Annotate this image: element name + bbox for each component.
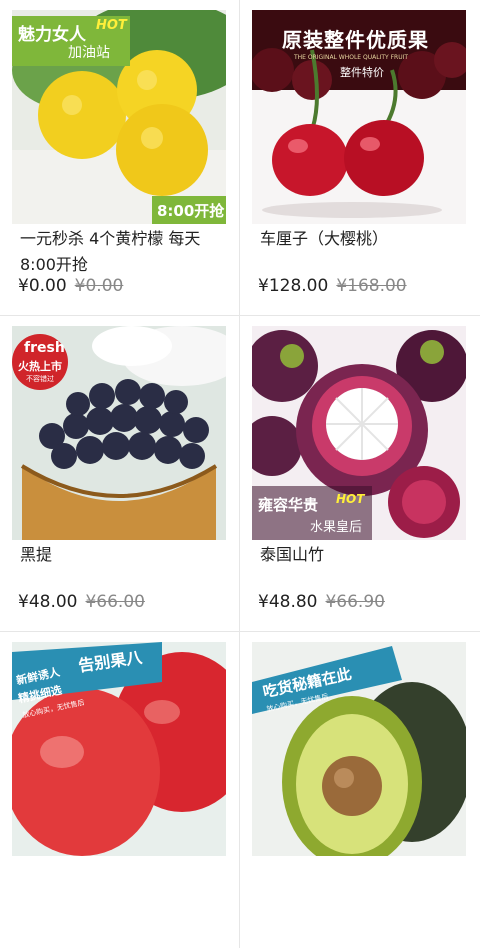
- product-grid: 魅力女人 HOT 加油站 8:00开抢 一元秒杀 4个黄柠檬 每天8:00开抢 …: [0, 0, 480, 948]
- image-badge-mid: 火热上市: [18, 360, 62, 373]
- product-image-apple[interactable]: 新鲜诱人 精挑细选 告别果八 放心购买，无忧售后: [12, 642, 226, 856]
- image-tag-hot: HOT: [96, 18, 127, 33]
- product-image-cherry[interactable]: 原装整件优质果 THE ORIGINAL WHOLE QUALITY FRUIT…: [252, 10, 466, 224]
- product-name[interactable]: 泰国山竹: [260, 542, 464, 568]
- image-tag: 整件特价: [340, 66, 384, 79]
- product-card-avocado[interactable]: 吃货秘籍在此 放心购买，无忧售后: [240, 632, 480, 948]
- product-card-mangosteen[interactable]: 雍容华贵 HOT 水果皇后 泰国山竹 ¥48.80 ¥66.90: [240, 316, 480, 632]
- product-card-grape[interactable]: fresh 火热上市 不容错过 黑提 ¥48.00 ¥66.00: [0, 316, 240, 632]
- image-badge-top: fresh: [24, 340, 65, 356]
- price-row: ¥128.00 ¥168.00: [258, 274, 407, 298]
- price-row: ¥48.80 ¥66.90: [258, 590, 385, 614]
- product-price: ¥0.00: [18, 276, 67, 296]
- image-tag-sub: 加油站: [68, 45, 110, 61]
- product-price: ¥128.00: [258, 276, 329, 296]
- product-name[interactable]: 黑提: [20, 542, 224, 568]
- product-old-price: ¥66.90: [325, 592, 385, 612]
- price-row: ¥48.00 ¥66.00: [18, 590, 145, 614]
- product-old-price: ¥168.00: [336, 276, 407, 296]
- product-price: ¥48.00: [18, 592, 78, 612]
- image-subtitle: THE ORIGINAL WHOLE QUALITY FRUIT: [294, 54, 409, 61]
- product-card-apple[interactable]: 新鲜诱人 精挑细选 告别果八 放心购买，无忧售后: [0, 632, 240, 948]
- image-time-badge: 8:00开抢: [157, 202, 225, 220]
- product-card-cherry[interactable]: 原装整件优质果 THE ORIGINAL WHOLE QUALITY FRUIT…: [240, 0, 480, 316]
- product-image-lemon[interactable]: 魅力女人 HOT 加油站 8:00开抢: [12, 10, 226, 224]
- product-old-price: ¥0.00: [74, 276, 124, 296]
- product-card-lemon[interactable]: 魅力女人 HOT 加油站 8:00开抢 一元秒杀 4个黄柠檬 每天8:00开抢 …: [0, 0, 240, 316]
- product-old-price: ¥66.00: [85, 592, 145, 612]
- product-image-grape[interactable]: fresh 火热上市 不容错过: [12, 326, 226, 540]
- product-image-mangosteen[interactable]: 雍容华贵 HOT 水果皇后: [252, 326, 466, 540]
- product-name[interactable]: 一元秒杀 4个黄柠檬 每天8:00开抢: [20, 226, 224, 278]
- product-image-avocado[interactable]: 吃货秘籍在此 放心购买，无忧售后: [252, 642, 466, 856]
- image-badge-bot: 不容错过: [26, 375, 54, 383]
- price-row: ¥0.00 ¥0.00: [18, 274, 123, 298]
- image-tag-sub: 水果皇后: [310, 520, 363, 535]
- image-tag-hot: HOT: [336, 492, 365, 506]
- product-price: ¥48.80: [258, 592, 318, 612]
- image-tag-main: 雍容华贵: [258, 496, 319, 514]
- product-name[interactable]: 车厘子（大樱桃）: [260, 226, 464, 252]
- image-title: 原装整件优质果: [282, 28, 429, 52]
